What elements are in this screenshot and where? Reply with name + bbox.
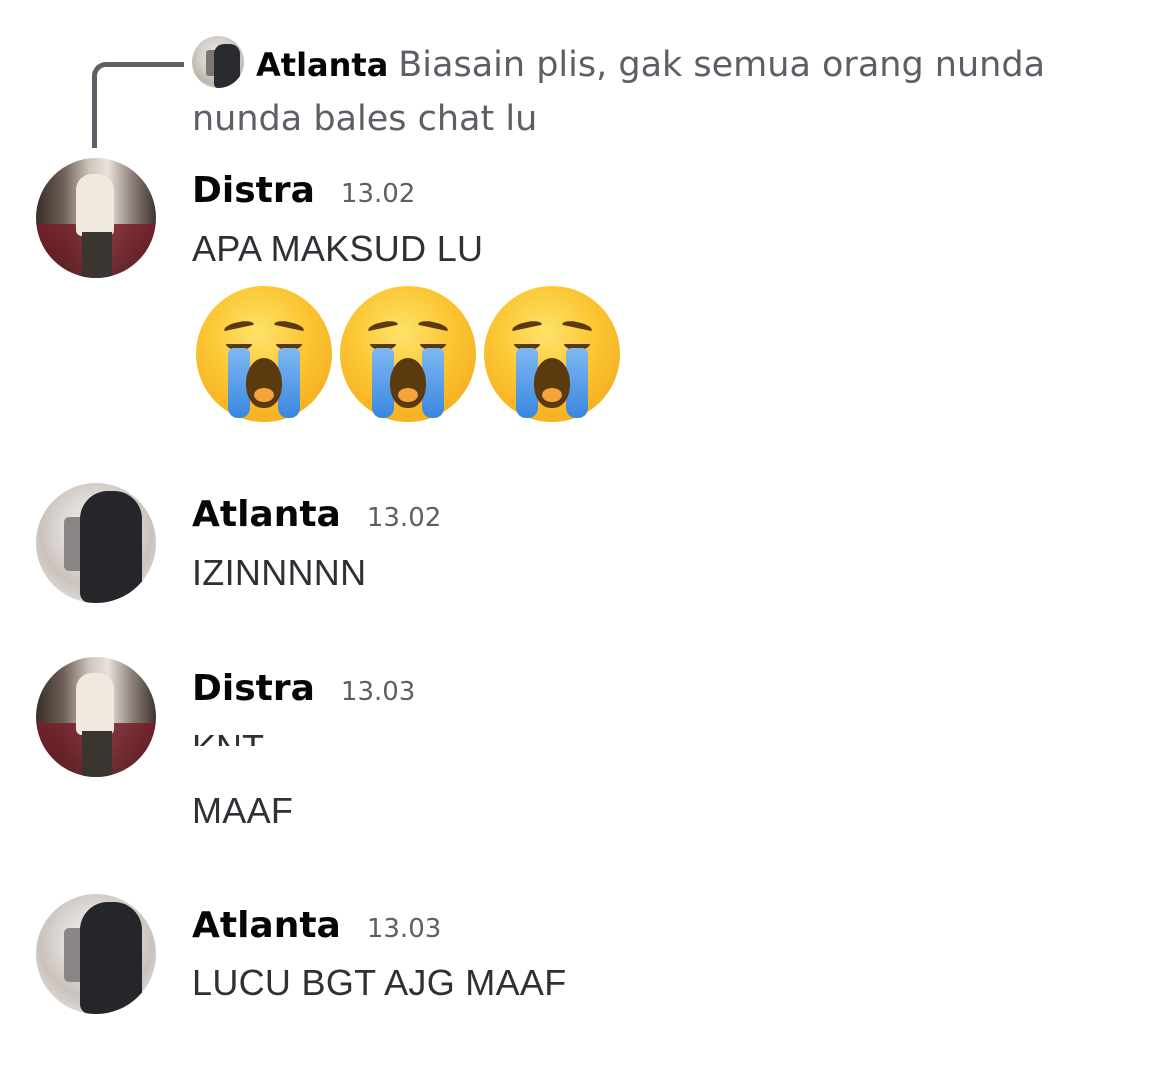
- reply-connector: [92, 62, 184, 148]
- reply-author[interactable]: Atlanta: [256, 46, 388, 84]
- cropped-message-text: KNT: [192, 730, 282, 746]
- message-text: LUCU BGT AJG MAAF: [192, 962, 567, 1003]
- message-header: Atlanta 13.02: [192, 494, 441, 535]
- timestamp: 13.03: [366, 914, 442, 944]
- message-header: Atlanta 13.03: [192, 905, 441, 946]
- loudly-crying-face-icon: [196, 286, 332, 422]
- avatar[interactable]: [36, 483, 156, 603]
- reply-preview[interactable]: Atlanta Biasain plis, gak semua orang nun…: [192, 36, 1092, 146]
- message-header: Distra 13.02: [192, 170, 415, 211]
- author-name[interactable]: Distra: [192, 668, 315, 709]
- loudly-crying-face-icon: [340, 286, 476, 422]
- message-header: Distra 13.03: [192, 668, 415, 709]
- author-name[interactable]: Atlanta: [192, 905, 341, 946]
- message-text: APA MAKSUD LU: [192, 228, 484, 269]
- avatar[interactable]: [36, 158, 156, 278]
- timestamp: 13.02: [366, 503, 442, 533]
- reply-avatar[interactable]: [192, 36, 244, 88]
- chat-thread: Atlanta Biasain plis, gak semua orang nun…: [0, 0, 1170, 1085]
- author-name[interactable]: Atlanta: [192, 494, 341, 535]
- author-name[interactable]: Distra: [192, 170, 315, 211]
- message-text: MAAF: [192, 790, 294, 831]
- avatar[interactable]: [36, 894, 156, 1014]
- loudly-crying-face-icon: [484, 286, 620, 422]
- timestamp: 13.02: [340, 179, 416, 209]
- message-text: IZINNNNN: [192, 552, 367, 593]
- avatar[interactable]: [36, 657, 156, 777]
- timestamp: 13.03: [340, 677, 416, 707]
